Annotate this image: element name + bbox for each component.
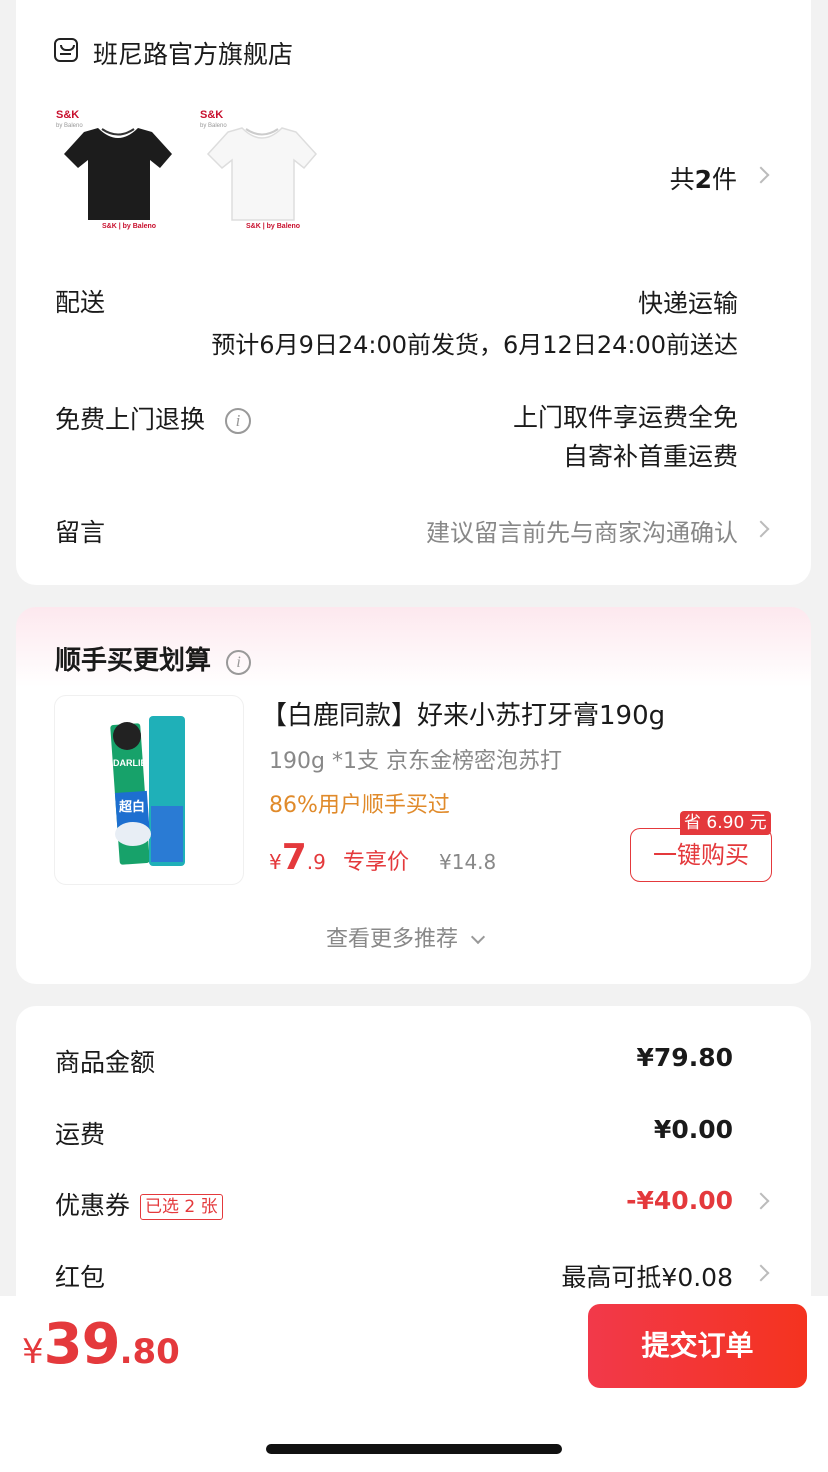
see-more-recommendations[interactable]: 查看更多推荐 bbox=[326, 921, 486, 953]
red-packet-label: 红包 bbox=[55, 1263, 106, 1292]
one-click-buy-button[interactable]: 一键购买 bbox=[630, 828, 772, 882]
home-indicator[interactable] bbox=[266, 1444, 562, 1454]
chevron-right-icon[interactable] bbox=[752, 166, 770, 184]
delivery-method: 快递运输 bbox=[637, 289, 738, 318]
home-area bbox=[0, 1400, 828, 1472]
summary-card: 商品金额 ¥79.80 运费 ¥0.00 优惠券 已选 2 张 -¥40.00 红… bbox=[16, 1006, 811, 1326]
addon-product-title[interactable]: 【白鹿同款】好来小苏打牙膏190g bbox=[261, 695, 665, 732]
product-thumb-black[interactable]: S&K by Baleno S&K | by Baleno bbox=[56, 110, 178, 236]
free-return-label: 免费上门退换 i bbox=[55, 400, 251, 436]
save-badge: 省 6.90 元 bbox=[680, 811, 771, 835]
coupon-value[interactable]: -¥40.00 bbox=[626, 1186, 733, 1215]
info-icon[interactable]: i bbox=[226, 650, 252, 675]
shipping-value: ¥0.00 bbox=[653, 1115, 733, 1144]
addon-social-proof: 86%用户顺手买过 bbox=[269, 793, 450, 818]
chevron-right-icon[interactable] bbox=[752, 1264, 770, 1282]
tshirt-white-image bbox=[206, 127, 318, 221]
goods-amount-value: ¥79.80 bbox=[636, 1043, 733, 1072]
addon-original-price: ¥14.8 bbox=[439, 850, 497, 874]
coupon-row[interactable]: 优惠券 已选 2 张 bbox=[55, 1186, 223, 1222]
submit-order-button[interactable]: 提交订单 bbox=[588, 1304, 807, 1388]
addon-title: 顺手买更划算 i bbox=[55, 640, 252, 677]
coupon-selected-badge: 已选 2 张 bbox=[140, 1194, 223, 1220]
store-icon bbox=[54, 38, 78, 62]
product-thumb-white[interactable]: S&K by Baleno S&K | by Baleno bbox=[200, 110, 322, 236]
return-line1: 上门取件享运费全免 bbox=[512, 403, 738, 432]
chevron-right-icon[interactable] bbox=[752, 1192, 770, 1210]
chevron-down-icon bbox=[470, 929, 486, 945]
toothpaste-image[interactable]: DARLIE 超白 bbox=[54, 695, 244, 885]
tshirt-black-image bbox=[64, 128, 172, 220]
shipping-label: 运费 bbox=[55, 1120, 106, 1149]
item-count[interactable]: 共2件 bbox=[670, 160, 737, 196]
store-name[interactable]: 班尼路官方旗舰店 bbox=[93, 35, 293, 71]
goods-amount-label: 商品金额 bbox=[55, 1048, 156, 1077]
total-price: ¥39.80 bbox=[22, 1312, 180, 1377]
delivery-label: 配送 bbox=[55, 288, 106, 317]
return-line2: 自寄补首重运费 bbox=[562, 442, 738, 471]
bottom-bar: ¥39.80 提交订单 bbox=[0, 1296, 828, 1400]
info-icon[interactable]: i bbox=[224, 408, 251, 434]
addon-product-spec: 190g *1支 京东金榜密泡苏打 bbox=[269, 749, 562, 774]
red-packet-value[interactable]: 最高可抵¥0.08 bbox=[561, 1258, 733, 1294]
chevron-right-icon[interactable] bbox=[752, 520, 770, 538]
message-input[interactable]: 建议留言前先与商家沟通确认 bbox=[426, 513, 738, 548]
message-label: 留言 bbox=[55, 518, 106, 547]
delivery-estimate: 预计6月9日24:00前发货，6月12日24:00前送达 bbox=[211, 331, 738, 359]
addon-card: 顺手买更划算 i DARLIE 超白 【白鹿同款】好来小苏打牙膏190g 190… bbox=[16, 607, 811, 984]
store-card: 班尼路官方旗舰店 S&K by Baleno S&K | by Baleno S&… bbox=[16, 0, 811, 585]
addon-price: ¥7.9 专享价 bbox=[269, 837, 409, 878]
